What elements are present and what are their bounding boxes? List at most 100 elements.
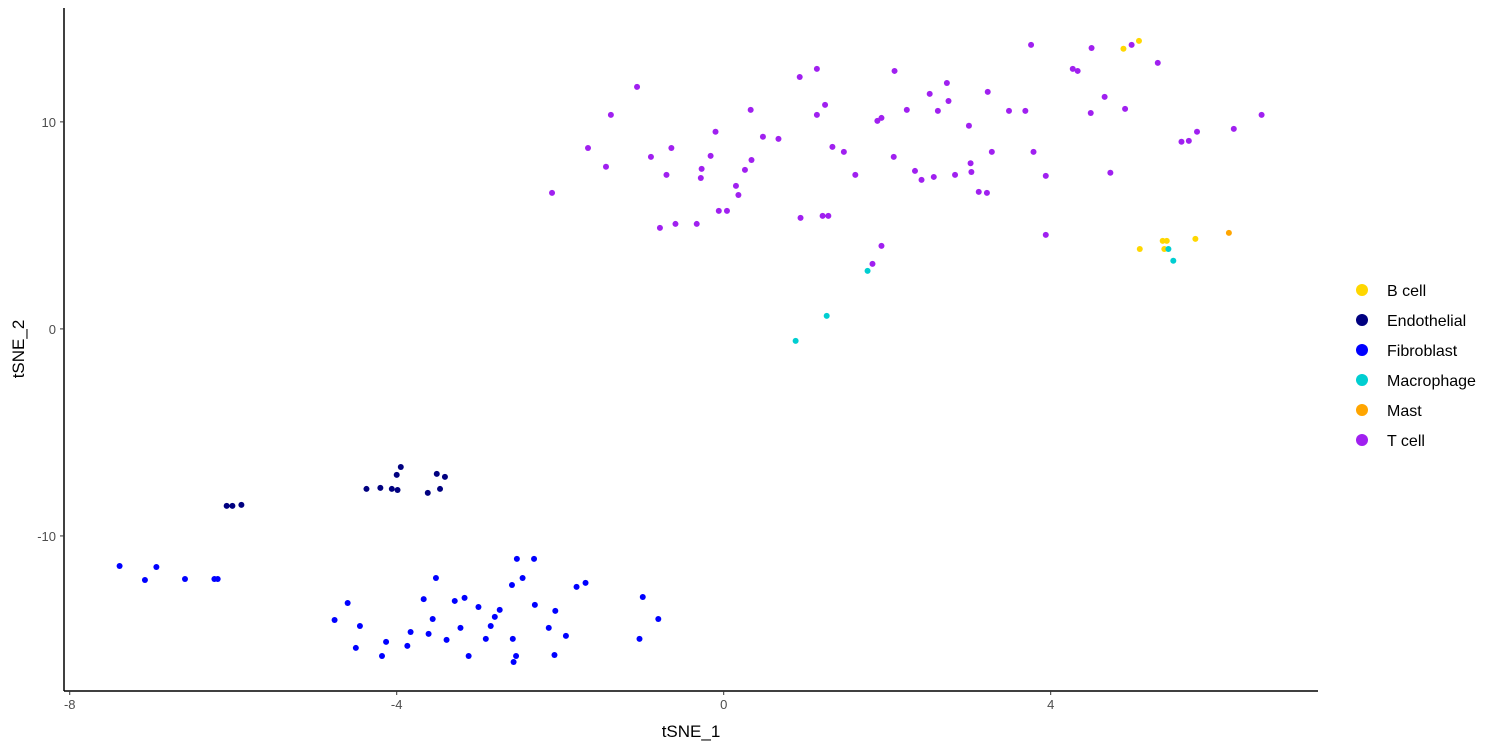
- point-fibroblast: [404, 642, 411, 649]
- point-fibroblast: [562, 632, 569, 639]
- point-endothelial: [424, 489, 431, 496]
- point-t-cell: [748, 156, 755, 163]
- x-tick-label: 4: [1047, 697, 1054, 712]
- point-t-cell: [825, 212, 832, 219]
- point-t-cell: [1042, 172, 1049, 179]
- point-t-cell: [813, 65, 820, 72]
- point-fibroblast: [491, 613, 498, 620]
- point-fibroblast: [443, 636, 450, 643]
- legend-swatch: [1356, 404, 1368, 416]
- point-t-cell: [852, 171, 859, 178]
- point-fibroblast: [331, 616, 338, 623]
- point-endothelial: [238, 501, 245, 508]
- point-endothelial: [223, 502, 230, 509]
- point-t-cell: [983, 189, 990, 196]
- x-axis-label: tSNE_1: [662, 722, 721, 741]
- point-t-cell: [693, 220, 700, 227]
- legend-label: Fibroblast: [1387, 343, 1458, 360]
- point-t-cell: [1194, 128, 1201, 135]
- point-fibroblast: [425, 630, 432, 637]
- legend-label: Endothelial: [1387, 313, 1466, 330]
- point-t-cell: [663, 171, 670, 178]
- point-endothelial: [388, 485, 395, 492]
- points-layer: [116, 37, 1265, 666]
- point-t-cell: [647, 153, 654, 160]
- legend-swatch: [1356, 344, 1368, 356]
- point-t-cell: [672, 220, 679, 227]
- point-fibroblast: [509, 635, 516, 642]
- legend-item: Macrophage: [1356, 373, 1476, 390]
- point-fibroblast: [573, 583, 580, 590]
- point-t-cell: [797, 214, 804, 221]
- point-t-cell: [869, 260, 876, 267]
- legend-swatch: [1356, 434, 1368, 446]
- point-macrophage: [864, 267, 871, 274]
- legend-swatch: [1356, 284, 1368, 296]
- point-fibroblast: [352, 644, 359, 651]
- point-fibroblast: [513, 653, 520, 660]
- legend-item: Endothelial: [1356, 313, 1466, 330]
- point-endothelial: [397, 463, 404, 470]
- point-fibroblast: [181, 575, 188, 582]
- point-t-cell: [829, 143, 836, 150]
- point-t-cell: [1088, 44, 1095, 51]
- point-t-cell: [1074, 67, 1081, 74]
- point-fibroblast: [482, 635, 489, 642]
- point-fibroblast: [356, 622, 363, 629]
- point-fibroblast: [519, 574, 526, 581]
- point-endothelial: [363, 485, 370, 492]
- point-t-cell: [878, 114, 885, 121]
- point-fibroblast: [344, 600, 351, 607]
- point-b-cell: [1136, 245, 1143, 252]
- point-t-cell: [732, 182, 739, 189]
- point-t-cell: [930, 173, 937, 180]
- point-t-cell: [549, 189, 556, 196]
- point-fibroblast: [214, 575, 221, 582]
- point-t-cell: [934, 107, 941, 114]
- legend-label: Mast: [1387, 403, 1422, 420]
- point-fibroblast: [552, 607, 559, 614]
- point-fibroblast: [655, 615, 662, 622]
- point-t-cell: [840, 148, 847, 155]
- point-t-cell: [965, 122, 972, 129]
- point-t-cell: [1230, 125, 1237, 132]
- point-endothelial: [394, 486, 401, 493]
- point-t-cell: [668, 144, 675, 151]
- point-fibroblast: [432, 574, 439, 581]
- point-t-cell: [607, 111, 614, 118]
- point-endothelial: [437, 485, 444, 492]
- point-b-cell: [1192, 235, 1199, 242]
- point-t-cell: [975, 188, 982, 195]
- point-t-cell: [822, 101, 829, 108]
- point-t-cell: [707, 152, 714, 159]
- point-t-cell: [943, 79, 950, 86]
- point-b-cell: [1135, 37, 1142, 44]
- point-t-cell: [602, 163, 609, 170]
- point-t-cell: [1028, 41, 1035, 48]
- point-t-cell: [1128, 41, 1135, 48]
- point-fibroblast: [461, 594, 468, 601]
- point-t-cell: [747, 106, 754, 113]
- point-t-cell: [911, 167, 918, 174]
- point-fibroblast: [378, 653, 385, 660]
- point-t-cell: [1185, 137, 1192, 144]
- point-fibroblast: [531, 601, 538, 608]
- point-macrophage: [792, 337, 799, 344]
- legend-item: T cell: [1356, 433, 1425, 450]
- point-fibroblast: [508, 581, 515, 588]
- point-fibroblast: [513, 555, 520, 562]
- point-fibroblast: [451, 597, 458, 604]
- point-t-cell: [1042, 231, 1049, 238]
- point-t-cell: [741, 166, 748, 173]
- point-mast: [1225, 229, 1232, 236]
- point-t-cell: [796, 73, 803, 80]
- point-endothelial: [441, 473, 448, 480]
- legend-item: Mast: [1356, 403, 1422, 420]
- point-t-cell: [634, 83, 641, 90]
- point-fibroblast: [465, 653, 472, 660]
- point-fibroblast: [531, 555, 538, 562]
- point-t-cell: [1122, 105, 1129, 112]
- point-t-cell: [945, 97, 952, 104]
- point-fibroblast: [636, 635, 643, 642]
- point-t-cell: [1258, 111, 1265, 118]
